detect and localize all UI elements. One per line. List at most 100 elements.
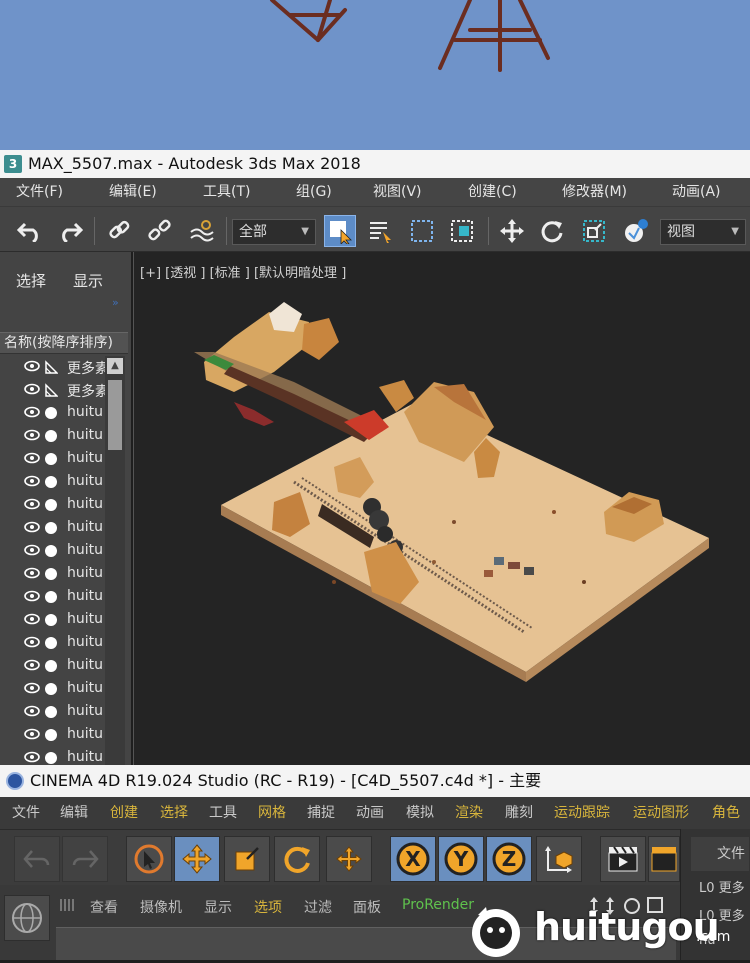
c4d-navigation-button[interactable]: [4, 895, 50, 941]
c4d-render-button[interactable]: [648, 836, 680, 882]
eye-icon[interactable]: [24, 659, 40, 671]
selection-filter-dropdown[interactable]: 全部 ▼: [232, 219, 316, 245]
c4d-view-tab[interactable]: 查看: [90, 897, 118, 917]
menu-file[interactable]: 文件(F): [16, 178, 63, 206]
object-sphere-icon[interactable]: [44, 429, 58, 443]
c4d-move-button[interactable]: [174, 836, 220, 882]
c4d-menu-item[interactable]: 文件: [12, 797, 40, 829]
eye-icon[interactable]: [24, 613, 40, 625]
object-sphere-icon[interactable]: [44, 705, 58, 719]
menu-create[interactable]: 创建(C): [468, 178, 517, 206]
perspective-viewport[interactable]: [+] [透视 ] [标准 ] [默认明暗处理 ]: [133, 252, 750, 765]
object-sphere-icon[interactable]: [44, 567, 58, 581]
eye-icon[interactable]: [24, 705, 40, 717]
object-sphere-icon[interactable]: [44, 682, 58, 696]
c4d-render-view-button[interactable]: [600, 836, 646, 882]
c4d-menu-item[interactable]: 运动跟踪: [554, 797, 610, 829]
name-column-header[interactable]: 名称(按降序排序): [0, 332, 128, 354]
eye-icon[interactable]: [24, 406, 40, 418]
c4d-view-tab[interactable]: 显示: [204, 897, 232, 917]
undo-button[interactable]: [14, 215, 46, 247]
menu-modifiers[interactable]: 修改器(M): [562, 178, 627, 206]
scene-list-row[interactable]: huitu: [0, 724, 105, 747]
c4d-view-tab[interactable]: 过滤: [304, 897, 332, 917]
unlink-button[interactable]: [144, 215, 176, 247]
object-sphere-icon[interactable]: [44, 498, 58, 512]
c4d-live-selection-button[interactable]: [126, 836, 172, 882]
c4d-rotate-button[interactable]: [274, 836, 320, 882]
menu-tools[interactable]: 工具(T): [203, 178, 250, 206]
placement-button[interactable]: [620, 215, 652, 247]
eye-icon[interactable]: [24, 452, 40, 464]
c4d-transform-button[interactable]: [326, 836, 372, 882]
c4d-view-tab[interactable]: 面板: [353, 897, 381, 917]
tab-display[interactable]: 显示: [73, 270, 103, 291]
c4d-z-axis-button[interactable]: Z: [486, 836, 532, 882]
scene-list-row[interactable]: huitu: [0, 425, 105, 448]
object-manager-file-menu[interactable]: 文件: [691, 837, 749, 871]
eye-icon[interactable]: [24, 521, 40, 533]
c4d-redo-button[interactable]: [62, 836, 108, 882]
scroll-up-icon[interactable]: ▲: [107, 358, 123, 374]
scene-list-row[interactable]: 更多素: [0, 356, 109, 379]
redo-button[interactable]: [54, 215, 86, 247]
reference-coordinate-dropdown[interactable]: 视图 ▼: [660, 219, 746, 245]
eye-icon[interactable]: [24, 498, 40, 510]
eye-icon[interactable]: [24, 728, 40, 740]
scene-list-row[interactable]: 更多素: [0, 379, 109, 402]
scene-list-row[interactable]: huitu: [0, 471, 105, 494]
c4d-coordinate-system-button[interactable]: [536, 836, 582, 882]
c4d-menu-item[interactable]: 角色: [712, 797, 740, 829]
c4d-undo-button[interactable]: [14, 836, 60, 882]
scene-list-row[interactable]: huitu: [0, 701, 105, 724]
c4d-scale-button[interactable]: [224, 836, 270, 882]
scene-list-row[interactable]: huitu: [0, 678, 105, 701]
scene-list-row[interactable]: huitu: [0, 632, 105, 655]
scene-list-row[interactable]: huitu: [0, 609, 105, 632]
c4d-x-axis-button[interactable]: X: [390, 836, 436, 882]
c4d-view-tab[interactable]: ProRender: [402, 897, 474, 913]
c4d-menu-item[interactable]: 运动图形: [633, 797, 689, 829]
object-sphere-icon[interactable]: [44, 659, 58, 673]
eye-icon[interactable]: [24, 682, 40, 694]
eye-icon[interactable]: [24, 590, 40, 602]
scene-list-row[interactable]: huitu: [0, 563, 105, 586]
object-sphere-icon[interactable]: [44, 406, 58, 420]
bind-spacewarp-button[interactable]: [186, 215, 218, 247]
eye-icon[interactable]: [24, 360, 40, 372]
object-sphere-icon[interactable]: [44, 475, 58, 489]
object-sphere-icon[interactable]: [44, 521, 58, 535]
c4d-menu-item[interactable]: 选择: [160, 797, 188, 829]
scene-list-row[interactable]: huitu: [0, 402, 105, 425]
c4d-menu-item[interactable]: 捕捉: [307, 797, 335, 829]
c4d-menu-item[interactable]: 渲染: [455, 797, 483, 829]
c4d-view-tab[interactable]: 选项: [254, 897, 282, 917]
object-sphere-icon[interactable]: [44, 728, 58, 742]
rectangular-selection-button[interactable]: [406, 215, 438, 247]
menu-animation[interactable]: 动画(A): [672, 178, 721, 206]
menu-views[interactable]: 视图(V): [373, 178, 422, 206]
c4d-menu-item[interactable]: 网格: [258, 797, 286, 829]
tab-select[interactable]: 选择: [16, 270, 46, 291]
link-button[interactable]: [104, 215, 136, 247]
scale-button[interactable]: [578, 215, 610, 247]
menu-group[interactable]: 组(G): [296, 178, 332, 206]
menu-edit[interactable]: 编辑(E): [109, 178, 157, 206]
c4d-menu-item[interactable]: 创建: [110, 797, 138, 829]
layer-icon[interactable]: [44, 383, 58, 397]
panel-grip-icon[interactable]: [60, 899, 74, 911]
scene-list-row[interactable]: huitu: [0, 517, 105, 540]
move-button[interactable]: [496, 215, 528, 247]
c4d-menu-item[interactable]: 模拟: [406, 797, 434, 829]
object-row[interactable]: L0 更多: [699, 877, 745, 896]
object-sphere-icon[interactable]: [44, 613, 58, 627]
scene-list-scrollbar[interactable]: ▲: [105, 356, 125, 765]
object-sphere-icon[interactable]: [44, 751, 58, 765]
object-sphere-icon[interactable]: [44, 452, 58, 466]
eye-icon[interactable]: [24, 475, 40, 487]
c4d-menu-item[interactable]: 编辑: [60, 797, 88, 829]
eye-icon[interactable]: [24, 636, 40, 648]
scene-list-row[interactable]: huitu: [0, 747, 105, 765]
eye-icon[interactable]: [24, 383, 40, 395]
scroll-thumb[interactable]: [108, 380, 122, 450]
